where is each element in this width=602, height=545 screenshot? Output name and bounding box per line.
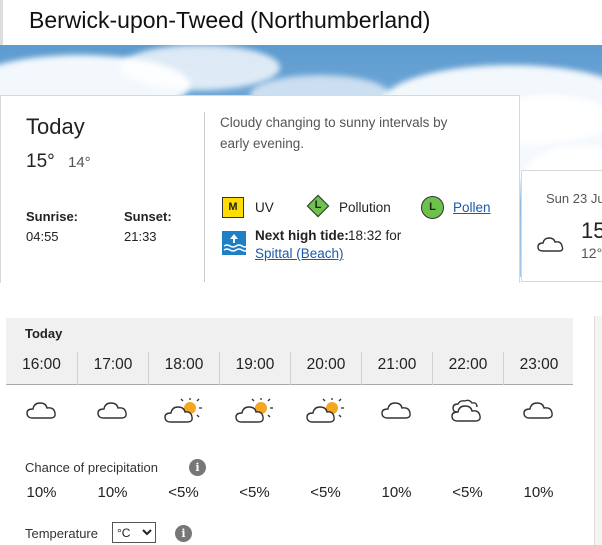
- cloud-icon: [503, 398, 574, 430]
- cloud-icon: [361, 398, 432, 430]
- hour-time[interactable]: 16:00: [6, 352, 77, 385]
- cloud-icon: [77, 398, 148, 430]
- location-title: Berwick-upon-Tweed (Northumberland): [29, 7, 431, 33]
- thick-cloud-icon: [432, 398, 503, 430]
- temperature-label: Temperature: [25, 526, 98, 541]
- pollution-label: Pollution: [339, 200, 391, 215]
- hour-time[interactable]: 22:00: [432, 352, 503, 385]
- sunset-time: 21:33: [124, 229, 157, 244]
- precip-value: 10%: [523, 484, 554, 501]
- uv-label: UV: [255, 200, 274, 215]
- sunset-label: Sunset:: [124, 209, 172, 224]
- tide-time: 18:32 for: [348, 228, 402, 243]
- sun-cloud-icon: [290, 398, 361, 430]
- hour-time[interactable]: 23:00: [503, 352, 574, 385]
- today-card: Today 15° 14° Sunrise: 04:55 Sunset: 21:…: [0, 95, 520, 283]
- precip-value: 10%: [381, 484, 412, 501]
- sun-cloud-icon: [148, 398, 219, 430]
- hour-time[interactable]: 20:00: [290, 352, 361, 385]
- adjacent-panel: [594, 316, 602, 545]
- weather-summary: Cloudy changing to sunny intervals by ea…: [220, 115, 448, 151]
- tide-location-link[interactable]: Spittal (Beach): [255, 246, 344, 261]
- pollution-badge: L: [314, 199, 322, 211]
- precip-value: 10%: [97, 484, 128, 501]
- today-high-temp: 15°: [26, 151, 55, 172]
- precip-value: 10%: [26, 484, 57, 501]
- today-label: Today: [26, 114, 85, 139]
- hour-time[interactable]: 21:00: [361, 352, 432, 385]
- info-icon[interactable]: i: [189, 459, 206, 476]
- precip-value: <5%: [168, 484, 199, 501]
- pollen-link[interactable]: Pollen: [453, 200, 491, 215]
- card-divider: [204, 112, 205, 282]
- tide-icon: [222, 231, 249, 255]
- tide-label: Next high tide:: [255, 228, 349, 243]
- uv-badge[interactable]: M: [222, 197, 244, 218]
- hourly-header: Today 16:00 17:00 18:00 19:00 20:00 21:0…: [6, 318, 573, 385]
- next-day-date: Sun 23 Ju: [546, 191, 602, 206]
- cloud-icon: [536, 233, 566, 260]
- hour-time[interactable]: 19:00: [219, 352, 290, 385]
- sunrise-time: 04:55: [26, 229, 59, 244]
- hourly-forecast: Today 16:00 17:00 18:00 19:00 20:00 21:0…: [6, 318, 573, 545]
- today-low-temp: 14°: [68, 154, 91, 171]
- hourly-day-title: Today: [25, 326, 63, 341]
- cloud-icon: [6, 398, 77, 430]
- next-day-card[interactable]: Sun 23 Ju 15 12°: [521, 170, 602, 282]
- next-day-low: 12°: [581, 245, 602, 261]
- next-day-high: 15: [581, 218, 602, 243]
- info-icon[interactable]: i: [175, 525, 192, 542]
- precip-value: <5%: [310, 484, 341, 501]
- hour-time[interactable]: 18:00: [148, 352, 219, 385]
- sunrise-label: Sunrise:: [26, 209, 79, 224]
- temperature-unit-select[interactable]: °C: [112, 522, 156, 543]
- precip-value: <5%: [239, 484, 270, 501]
- precipitation-label: Chance of precipitation: [25, 460, 158, 475]
- sun-cloud-icon: [219, 398, 290, 430]
- page-header: Berwick-upon-Tweed (Northumberland): [0, 0, 602, 45]
- precip-value: <5%: [452, 484, 483, 501]
- hour-time[interactable]: 17:00: [77, 352, 148, 385]
- pollen-badge[interactable]: L: [421, 196, 444, 219]
